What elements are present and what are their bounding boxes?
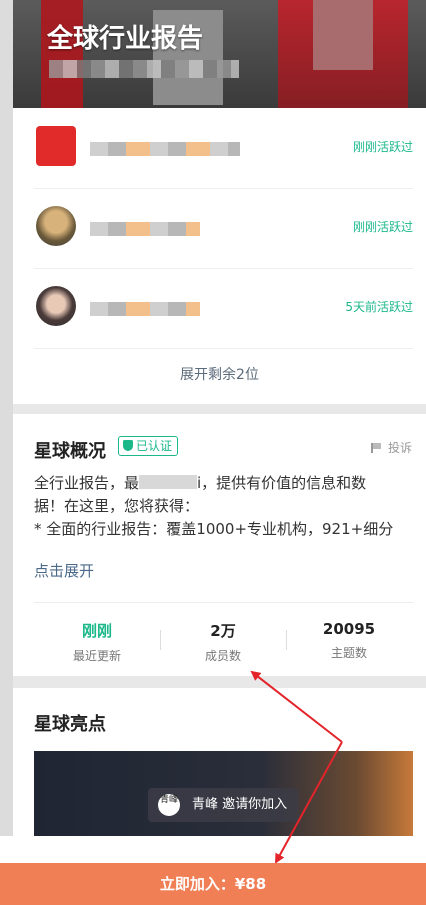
expand-members-link[interactable]: 展开剩余2位 <box>13 364 426 384</box>
verified-label: 已认证 <box>136 439 173 453</box>
members-card: 刚刚活跃过 刚刚活跃过 5天前活跃过 展开剩余2位 <box>13 108 426 404</box>
description-text: 据！在这里，您将获得： <box>34 497 200 515</box>
page-gutter <box>0 0 13 863</box>
description-text: 全行业报告，最 <box>34 474 140 492</box>
expand-description-link[interactable]: 点击展开 <box>34 560 94 581</box>
footer-spacer <box>0 836 426 863</box>
report-button[interactable]: 投诉 <box>370 439 412 456</box>
description-text: i，提供有价值的信息和数 <box>197 474 367 492</box>
divider <box>34 602 413 603</box>
member-name-blurred <box>90 302 200 316</box>
report-label: 投诉 <box>387 441 412 455</box>
stat-value: 刚刚 <box>81 622 112 640</box>
stat-label: 主题数 <box>330 646 367 660</box>
stat-members: 2万 成员数 <box>160 620 286 664</box>
member-status: 5天前活跃过 <box>345 300 413 314</box>
member-name-blurred <box>90 222 200 236</box>
avatar <box>36 206 76 246</box>
stat-value: 20095 <box>322 620 376 638</box>
hero-title: 全球行业报告 <box>47 24 204 54</box>
stat-last-update: 刚刚 最近更新 <box>34 620 160 664</box>
member-status: 刚刚活跃过 <box>352 220 413 234</box>
stat-label: 最近更新 <box>72 649 121 663</box>
invite-toast: 青峰 青峰 邀请你加入 <box>148 788 298 822</box>
hero-blur <box>313 0 373 70</box>
stat-value: 2万 <box>210 622 236 640</box>
avatar <box>36 126 76 166</box>
description-text: * 全面的行业报告：覆盖1000+专业机构，921+细分 <box>34 520 394 538</box>
stat-label: 成员数 <box>204 649 241 663</box>
inviter-avatar: 青峰 <box>158 794 180 816</box>
overview-card: 星球概况 已认证 投诉 全行业报告，最 i，提供有价值的信息和数 据！在这里，您将… <box>13 414 426 676</box>
invite-text: 青峰 邀请你加入 <box>192 797 288 812</box>
description: 全行业报告，最 i，提供有价值的信息和数 据！在这里，您将获得： * 全面的行业报… <box>34 472 414 541</box>
section-title: 星球亮点 <box>34 714 106 735</box>
verified-badge: 已认证 <box>118 436 179 456</box>
join-button[interactable]: 立即加入：¥88 <box>0 863 426 905</box>
flag-icon <box>370 443 382 453</box>
stat-topics: 20095 主题数 <box>286 620 412 661</box>
shield-icon <box>123 440 133 451</box>
member-row[interactable]: 刚刚活跃过 <box>34 108 413 189</box>
section-title: 星球概况 <box>34 441 106 462</box>
member-row[interactable]: 5天前活跃过 <box>34 268 413 349</box>
hero-subtitle-blurred <box>49 60 239 78</box>
blurred-text <box>139 475 198 489</box>
avatar <box>36 286 76 326</box>
member-name-blurred <box>90 142 240 156</box>
member-status: 刚刚活跃过 <box>352 140 413 154</box>
member-row[interactable]: 刚刚活跃过 <box>34 188 413 269</box>
hero-banner: 全球行业报告 <box>13 0 426 108</box>
